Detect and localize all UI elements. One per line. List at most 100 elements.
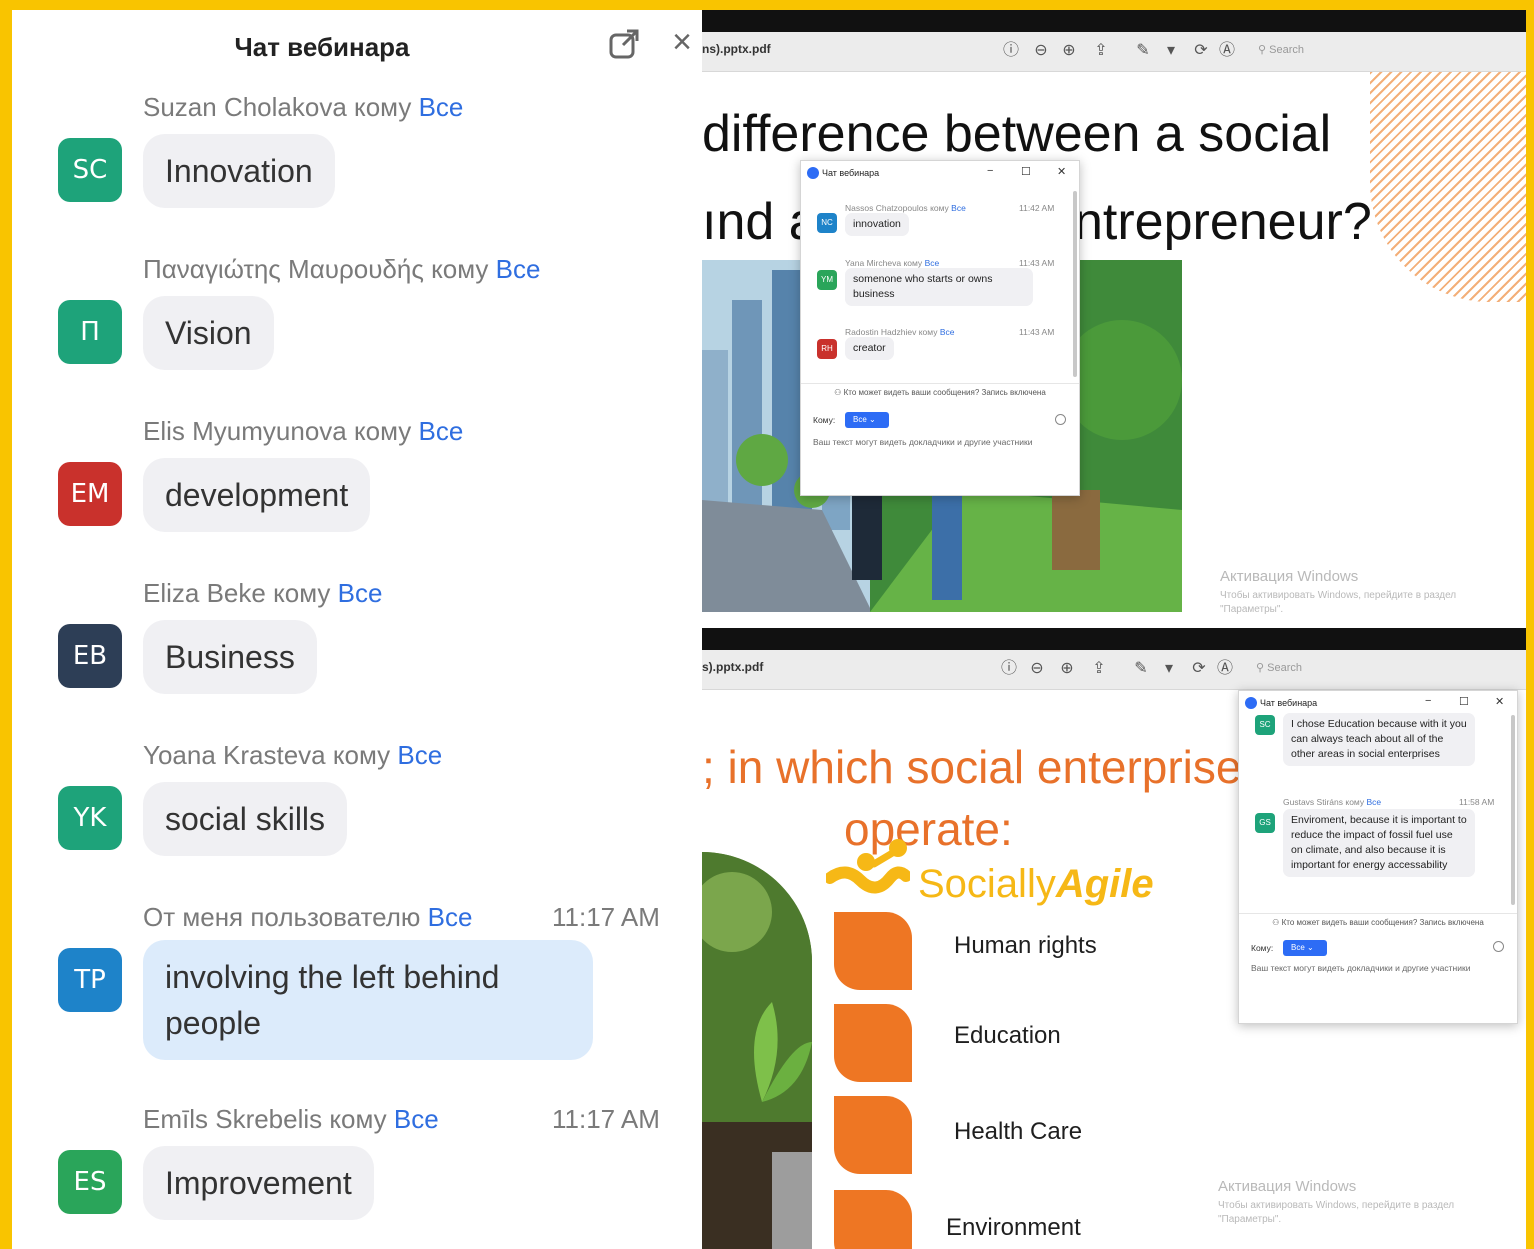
zoom-out-icon[interactable]: ⊖ bbox=[1030, 40, 1052, 62]
visibility-note: ⚇ Кто может видеть ваши сообщения? Запис… bbox=[801, 383, 1079, 397]
markup-icon[interactable]: ✎ bbox=[1132, 40, 1154, 62]
bottom-slide-window: s).pptx.pdf ⓘ ⊖ ⊕ ⇪ ✎ ▾ ⟳ Ⓐ ⚲ Search ; i… bbox=[702, 628, 1526, 1249]
search-icon: ⚲ bbox=[1256, 662, 1268, 674]
item-marker bbox=[834, 1004, 912, 1082]
logo-text: SociallyAgile bbox=[918, 862, 1154, 906]
message-header: Παναγιώτης Μαυρουδής кому Все bbox=[143, 254, 541, 284]
file-name: s).pptx.pdf bbox=[702, 660, 764, 674]
annotate-icon[interactable]: Ⓐ bbox=[1214, 658, 1236, 680]
message-header: Emīls Skrebelis кому Все bbox=[143, 1104, 439, 1134]
pdf-toolbar: ns).pptx.pdf ⓘ ⊖ ⊕ ⇪ ✎ ▾ ⟳ Ⓐ ⚲ Search bbox=[702, 32, 1526, 72]
zoom-icon bbox=[1245, 697, 1257, 709]
scrollbar[interactable] bbox=[1073, 191, 1077, 377]
avatar: ES bbox=[58, 1150, 122, 1214]
message-bubble: Innovation bbox=[143, 134, 335, 208]
avatar: TP bbox=[58, 948, 122, 1012]
share-icon[interactable]: ⇪ bbox=[1088, 658, 1110, 680]
chevron-down-icon: ⌄ bbox=[1307, 943, 1314, 952]
markup-icon[interactable]: ✎ bbox=[1130, 658, 1152, 680]
file-name: ns).pptx.pdf bbox=[702, 42, 771, 56]
message-bubble: innovation bbox=[845, 213, 909, 236]
slide-title-line1: ; in which social enterprise bbox=[702, 741, 1242, 793]
message-input-hint[interactable]: Ваш текст могут видеть докладчики и друг… bbox=[813, 437, 1032, 447]
share-icon[interactable]: ⇪ bbox=[1090, 40, 1112, 62]
message-bubble: somenone who starts or owns business bbox=[845, 268, 1033, 306]
avatar: YM bbox=[817, 270, 837, 290]
annotate-icon[interactable]: Ⓐ bbox=[1216, 40, 1238, 62]
maximize-icon[interactable]: ☐ bbox=[1459, 695, 1469, 708]
message-header: От меня пользователю Все bbox=[143, 902, 473, 932]
popout-icon[interactable] bbox=[606, 26, 642, 62]
avatar: EB bbox=[58, 624, 122, 688]
close-icon[interactable]: × bbox=[664, 24, 700, 60]
rotate-icon[interactable]: ⟳ bbox=[1188, 658, 1210, 680]
message-bubble: I chose Education because with it you ca… bbox=[1283, 713, 1475, 766]
to-label: Кому: bbox=[1251, 943, 1274, 953]
close-icon[interactable]: ✕ bbox=[1495, 695, 1504, 708]
item-human-rights: Human rights bbox=[954, 932, 1097, 959]
slide-title-line2b: ntrepreneur? bbox=[1074, 193, 1372, 251]
scrollbar[interactable] bbox=[1511, 715, 1515, 905]
recipient-select[interactable]: Все ⌄ bbox=[845, 412, 889, 428]
windows-activation-notice: Активация Windows Чтобы активировать Win… bbox=[1220, 568, 1457, 615]
slide-content: difference between a social ınd a ntrepr… bbox=[702, 72, 1526, 628]
webinar-chat-popup: Чат вебинара − ☐ ✕ Nassos Chatzopoulos к… bbox=[800, 160, 1080, 496]
chevron-down-icon[interactable]: ▾ bbox=[1158, 658, 1180, 680]
to-label: Кому: bbox=[813, 415, 836, 425]
message-bubble: Improvement bbox=[143, 1146, 374, 1220]
message-bubble: involving the left behind people bbox=[143, 940, 593, 1060]
left-chat-panel: Чат вебинара × Suzan Cholakova кому Все … bbox=[12, 10, 702, 1249]
emoji-icon[interactable] bbox=[1493, 941, 1504, 952]
message-time: 11:17 AM bbox=[552, 1104, 660, 1134]
zoom-icon bbox=[807, 167, 819, 179]
message-header: Elis Myumyunova кому Все bbox=[143, 416, 464, 446]
message-header: Eliza Beke кому Все bbox=[143, 578, 383, 608]
chat-popup-title: Чат вебинара bbox=[1245, 697, 1317, 709]
avatar: NC bbox=[817, 213, 837, 233]
window-top-bar bbox=[702, 10, 1526, 32]
avatar: П bbox=[58, 300, 122, 364]
item-marker bbox=[834, 912, 912, 990]
decorative-hatch bbox=[1370, 72, 1526, 302]
search-input[interactable]: ⚲ Search bbox=[1258, 43, 1368, 63]
top-slide-window: ns).pptx.pdf ⓘ ⊖ ⊕ ⇪ ✎ ▾ ⟳ Ⓐ ⚲ Search di… bbox=[702, 10, 1526, 628]
message-header: Suzan Cholakova кому Все bbox=[143, 92, 464, 122]
info-icon[interactable]: ⓘ bbox=[998, 658, 1020, 680]
avatar: GS bbox=[1255, 813, 1275, 833]
message-input-hint[interactable]: Ваш текст могут видеть докладчики и друг… bbox=[1251, 963, 1470, 973]
window-top-bar bbox=[702, 628, 1526, 650]
message-bubble: Business bbox=[143, 620, 317, 694]
chevron-down-icon[interactable]: ▾ bbox=[1160, 40, 1182, 62]
item-education: Education bbox=[954, 1022, 1061, 1049]
zoom-in-icon[interactable]: ⊕ bbox=[1056, 658, 1078, 680]
message-header: Yoana Krasteva кому Все bbox=[143, 740, 443, 770]
message-bubble: creator bbox=[845, 337, 894, 360]
person-icon: ⚇ bbox=[834, 388, 844, 397]
emoji-icon[interactable] bbox=[1055, 414, 1066, 425]
rotate-icon[interactable]: ⟳ bbox=[1190, 40, 1212, 62]
person-icon: ⚇ bbox=[1272, 918, 1282, 927]
minimize-icon[interactable]: − bbox=[987, 165, 993, 177]
minimize-icon[interactable]: − bbox=[1425, 695, 1431, 707]
chevron-down-icon: ⌄ bbox=[869, 415, 876, 424]
zoom-out-icon[interactable]: ⊖ bbox=[1026, 658, 1048, 680]
search-icon: ⚲ bbox=[1258, 44, 1270, 56]
message-time: 11:17 AM bbox=[552, 902, 660, 932]
item-marker bbox=[834, 1190, 912, 1249]
logo-icon bbox=[826, 839, 910, 894]
close-icon[interactable]: ✕ bbox=[1057, 165, 1066, 178]
chat-title: Чат вебинара bbox=[234, 32, 410, 62]
maximize-icon[interactable]: ☐ bbox=[1021, 165, 1031, 178]
recipient-select[interactable]: Все ⌄ bbox=[1283, 940, 1327, 956]
item-health-care: Health Care bbox=[954, 1118, 1083, 1145]
windows-activation-notice: Активация Windows Чтобы активировать Win… bbox=[1218, 1178, 1455, 1225]
message-bubble: social skills bbox=[143, 782, 348, 856]
avatar: EM bbox=[58, 462, 122, 526]
item-environment: Environment bbox=[946, 1214, 1081, 1241]
search-input[interactable]: ⚲ Search bbox=[1256, 661, 1366, 681]
avatar: SC bbox=[1255, 715, 1275, 735]
zoom-in-icon[interactable]: ⊕ bbox=[1058, 40, 1080, 62]
info-icon[interactable]: ⓘ bbox=[1000, 40, 1022, 62]
avatar: YK bbox=[58, 786, 122, 850]
slide-title-line1: difference between a social bbox=[702, 105, 1332, 163]
